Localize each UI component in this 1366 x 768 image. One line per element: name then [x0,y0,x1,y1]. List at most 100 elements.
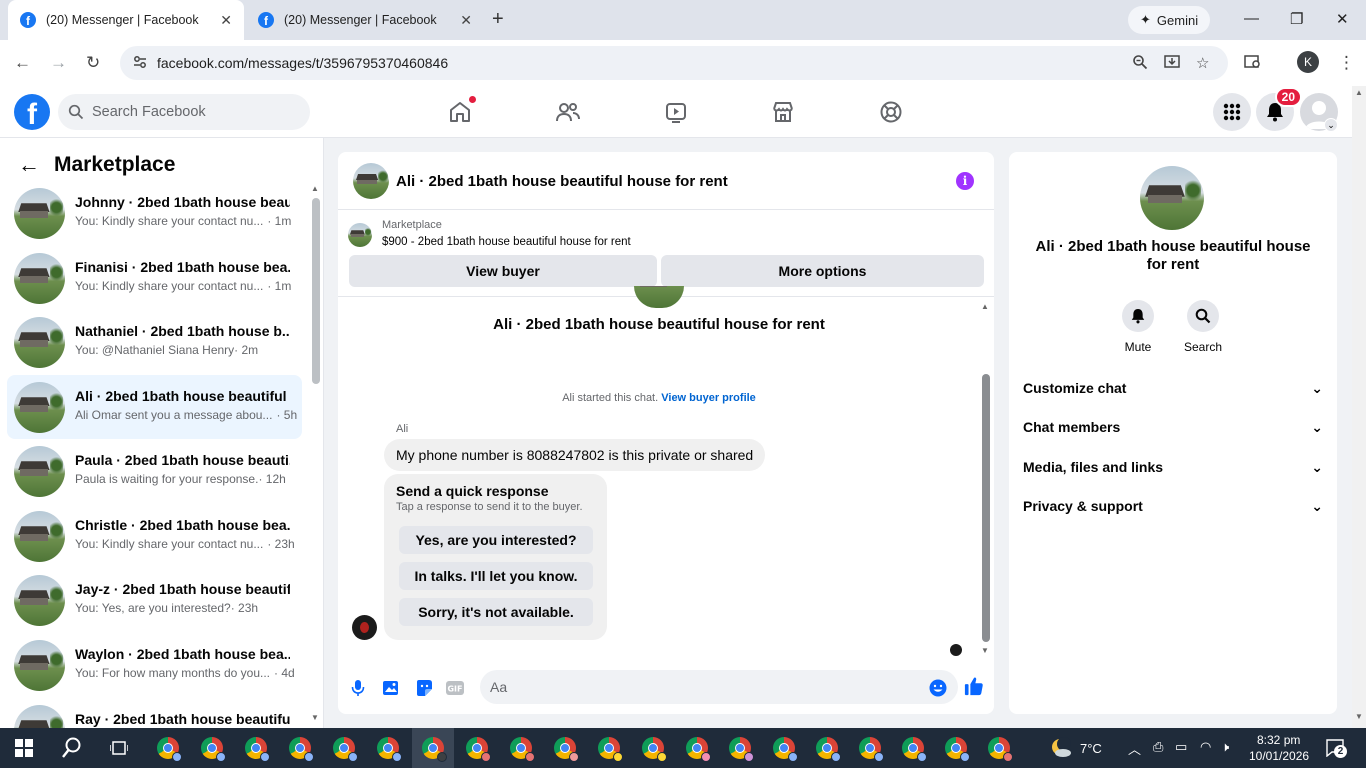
weather-moon-icon[interactable] [1050,737,1072,762]
emoji-icon[interactable] [928,678,948,698]
quick-response-button[interactable]: Sorry, it's not available. [399,598,593,626]
browser-menu-icon[interactable]: ⋮ [1338,53,1355,73]
sticker-icon[interactable] [414,678,434,698]
taskbar-search-icon[interactable] [62,737,82,762]
gif-icon[interactable]: GIF [445,678,465,698]
task-view-icon[interactable] [109,739,129,760]
chrome-taskbar-icon[interactable] [773,737,798,762]
notifications-button[interactable]: 20 [1256,87,1302,131]
chrome-taskbar-icon[interactable] [157,737,182,762]
back-arrow-icon[interactable]: ← [18,152,40,178]
scroll-up-arrow-icon[interactable]: ▲ [1355,88,1363,97]
conversation-item[interactable]: Paula · 2bed 1bath house beauti... Paula… [7,439,302,503]
facebook-search-box[interactable] [58,94,310,130]
conversation-item[interactable]: Nathaniel · 2bed 1bath house b... You: @… [7,310,302,374]
scroll-down-arrow-icon[interactable]: ▼ [981,646,989,655]
close-tab-icon[interactable]: ✕ [460,12,472,29]
quick-response-button[interactable]: In talks. I'll let you know. [399,562,593,590]
wifi-icon[interactable]: ◠ [1200,739,1211,755]
friends-icon[interactable] [554,98,582,126]
close-tab-icon[interactable]: ✕ [220,12,232,29]
speaker-muted-icon[interactable]: 🕨 [1221,739,1229,755]
window-close-icon[interactable]: ✕ [1336,10,1349,28]
privacy-support-section[interactable]: Privacy & support ⌄ [1023,494,1323,518]
chrome-taskbar-icon[interactable] [466,737,491,762]
chevron-down-icon[interactable]: ⌄ [1324,118,1338,132]
scroll-up-arrow-icon[interactable]: ▲ [981,302,989,311]
conversation-item[interactable]: Finanisi · 2bed 1bath house bea... You: … [7,246,302,310]
address-bar[interactable]: facebook.com/messages/t/3596795370460846… [120,46,1228,80]
restore-icon[interactable]: ❐ [1290,10,1303,28]
chrome-taskbar-icon[interactable] [816,737,841,762]
new-tab-icon[interactable]: + [492,8,504,31]
chrome-taskbar-icon[interactable] [945,737,970,762]
buyer-avatar[interactable] [352,615,377,640]
customize-chat-section[interactable]: Customize chat ⌄ [1023,376,1323,400]
quick-response-button[interactable]: Yes, are you interested? [399,526,593,554]
home-icon[interactable] [446,96,476,126]
chrome-taskbar-icon[interactable] [686,737,711,762]
back-arrow-icon[interactable]: ← [14,53,31,73]
show-hidden-icons-icon[interactable]: ︿ [1128,739,1141,758]
clock-time[interactable]: 8:32 pm [1257,733,1300,747]
scroll-down-arrow-icon[interactable]: ▼ [311,713,319,722]
scroll-down-arrow-icon[interactable]: ▼ [1355,712,1363,721]
conversation-item[interactable]: Christle · 2bed 1bath house bea... You: … [7,504,302,568]
conversation-item[interactable]: Jay-z · 2bed 1bath house beautif... You:… [7,568,302,632]
view-buyer-profile-link[interactable]: View buyer profile [661,392,756,404]
weather-temperature[interactable]: 7°C [1080,741,1102,756]
conversation-item[interactable]: Waylon · 2bed 1bath house bea... You: Fo… [7,633,302,697]
chrome-taskbar-icon[interactable] [598,737,623,762]
info-icon[interactable]: i [956,172,974,190]
battery-icon[interactable]: ▭ [1175,739,1187,755]
forward-arrow-icon[interactable]: → [50,53,67,73]
marketplace-icon[interactable] [769,98,797,126]
windows-start-icon[interactable] [15,739,33,760]
chrome-taskbar-icon[interactable] [729,737,754,762]
browser-tab-1[interactable]: f (20) Messenger | Facebook ✕ [8,0,244,40]
reload-icon[interactable]: ↻ [86,53,100,73]
chrome-taskbar-icon[interactable] [988,737,1013,762]
chat-avatar[interactable] [353,163,389,199]
sidebar-scrollbar[interactable] [312,198,320,384]
chrome-taskbar-icon[interactable] [201,737,226,762]
conversation-item-active[interactable]: Ali · 2bed 1bath house beautiful ... Ali… [7,375,302,439]
chat-scrollbar[interactable] [982,374,990,642]
install-app-icon[interactable] [1164,54,1182,74]
facebook-search-input[interactable] [92,104,292,120]
chrome-taskbar-icon[interactable] [289,737,314,762]
menu-grid-button[interactable] [1213,93,1251,131]
chrome-taskbar-icon-active[interactable] [422,737,447,762]
chrome-taskbar-icon[interactable] [554,737,579,762]
minimize-icon[interactable]: — [1244,10,1259,27]
search-in-chat-button[interactable]: Search [1173,300,1233,354]
chrome-taskbar-icon[interactable] [642,737,667,762]
scroll-up-arrow-icon[interactable]: ▲ [311,184,319,193]
browser-tab-2[interactable]: f (20) Messenger | Facebook ✕ [246,0,484,40]
browser-profile-avatar[interactable]: K [1297,51,1319,73]
gaming-icon[interactable] [877,98,905,126]
chrome-taskbar-icon[interactable] [510,737,535,762]
site-settings-icon[interactable] [132,54,148,74]
chrome-taskbar-icon[interactable] [333,737,358,762]
network-status-icon[interactable]: ⎙ [1153,739,1163,755]
chrome-taskbar-icon[interactable] [377,737,402,762]
chrome-taskbar-icon[interactable] [902,737,927,762]
conversation-item[interactable]: Ray · 2bed 1bath house beautifu... [7,698,302,728]
photo-icon[interactable] [381,678,401,698]
chrome-taskbar-icon[interactable] [245,737,270,762]
zoom-icon[interactable] [1132,54,1148,74]
mute-button[interactable]: Mute [1108,300,1168,354]
chrome-taskbar-icon[interactable] [859,737,884,762]
media-files-links-section[interactable]: Media, files and links ⌄ [1023,455,1323,479]
thumbs-up-icon[interactable] [964,676,984,696]
video-icon[interactable] [662,98,690,126]
gemini-button[interactable]: ✦ Gemini [1128,6,1211,34]
tab-search-icon[interactable] [1244,54,1262,75]
clock-date[interactable]: 10/01/2026 [1249,749,1309,763]
chat-title[interactable]: Ali · 2bed 1bath house beautiful house f… [396,173,728,190]
conversation-item[interactable]: Johnny · 2bed 1bath house beau... You: K… [7,181,302,245]
chat-members-section[interactable]: Chat members ⌄ [1023,415,1323,439]
facebook-logo-icon[interactable]: f [14,94,50,130]
page-scrollbar[interactable]: ▲ ▼ [1352,86,1366,728]
